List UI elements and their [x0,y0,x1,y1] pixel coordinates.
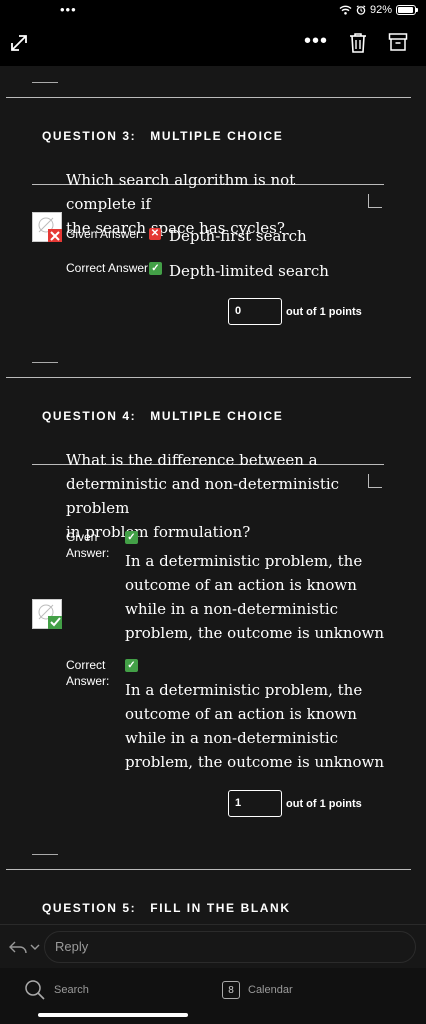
correct-icon: ✓ [149,262,162,275]
correct-answer: In a deterministic problem, the outcome … [125,681,385,771]
more-options-button[interactable]: ••• [304,30,328,52]
divider [6,97,411,98]
nav-calendar-label: Calendar [248,984,293,996]
trash-icon[interactable] [348,32,368,54]
reply-input[interactable]: Reply [44,931,416,963]
archive-icon[interactable] [388,32,408,52]
question-number: QUESTION 4: [42,409,137,423]
divider [6,377,411,378]
divider [6,869,411,870]
search-icon [25,980,45,1000]
calendar-icon: 8 [222,981,240,999]
incorrect-status-icon [32,212,62,242]
expand-icon[interactable] [8,32,30,54]
home-indicator [38,1013,188,1017]
battery-icon [396,5,418,15]
score-field[interactable]: 0 [228,298,282,325]
alarm-icon [356,5,366,15]
score-out-of: out of 1 points [286,798,362,810]
wifi-icon [339,5,352,15]
reply-placeholder: Reply [55,939,89,954]
question-text: What is the difference between a determi… [66,451,340,541]
question-header: QUESTION 3: MULTIPLE CHOICE [42,129,283,143]
given-answer: In a deterministic problem, the outcome … [125,552,385,642]
question-number: QUESTION 3: [42,129,137,143]
question-number: QUESTION 5: [42,901,137,915]
battery-percent: 92% [369,4,392,16]
message-toolbar: ••• [0,24,426,66]
score-out-of: out of 1 points [286,306,362,318]
correct-answer-label: Correct Answer: [66,261,152,275]
nav-search-label: Search [54,984,89,996]
correct-answer-label: Correct Answer: [66,658,110,688]
question-type: MULTIPLE CHOICE [150,129,284,143]
chevron-down-icon [30,944,40,950]
bottom-nav: Search 8 Calendar [0,968,426,1024]
reply-bar: Reply [0,924,426,968]
short-divider [32,854,58,855]
correct-icon: ✓ [125,531,138,544]
short-divider [32,362,58,363]
correct-icon: ✓ [125,659,138,672]
given-answer-label: Given Answer: [66,530,110,560]
reply-icon[interactable] [8,939,42,955]
correct-answer: Depth-limited search [169,262,329,280]
question-corner [368,194,382,208]
status-dots: ••• [60,2,77,17]
nav-search[interactable]: Search [24,978,89,1002]
score-field[interactable]: 1 [228,790,282,817]
short-divider [32,82,58,83]
status-bar: ••• 92% [0,0,426,24]
question-type: FILL IN THE BLANK [150,901,291,915]
question-header: QUESTION 5: FILL IN THE BLANK [42,901,291,915]
message-body: QUESTION 3: MULTIPLE CHOICE Which search … [0,66,426,924]
nav-calendar[interactable]: 8 Calendar [222,978,293,1002]
given-answer: Depth-first search [169,227,307,245]
correct-status-icon [32,599,62,629]
status-right: 92% [339,4,418,16]
incorrect-icon: ✕ [149,228,161,240]
question-header: QUESTION 4: MULTIPLE CHOICE [42,409,283,423]
question-type: MULTIPLE CHOICE [150,409,284,423]
given-answer-label: Given Answer: [66,227,144,241]
